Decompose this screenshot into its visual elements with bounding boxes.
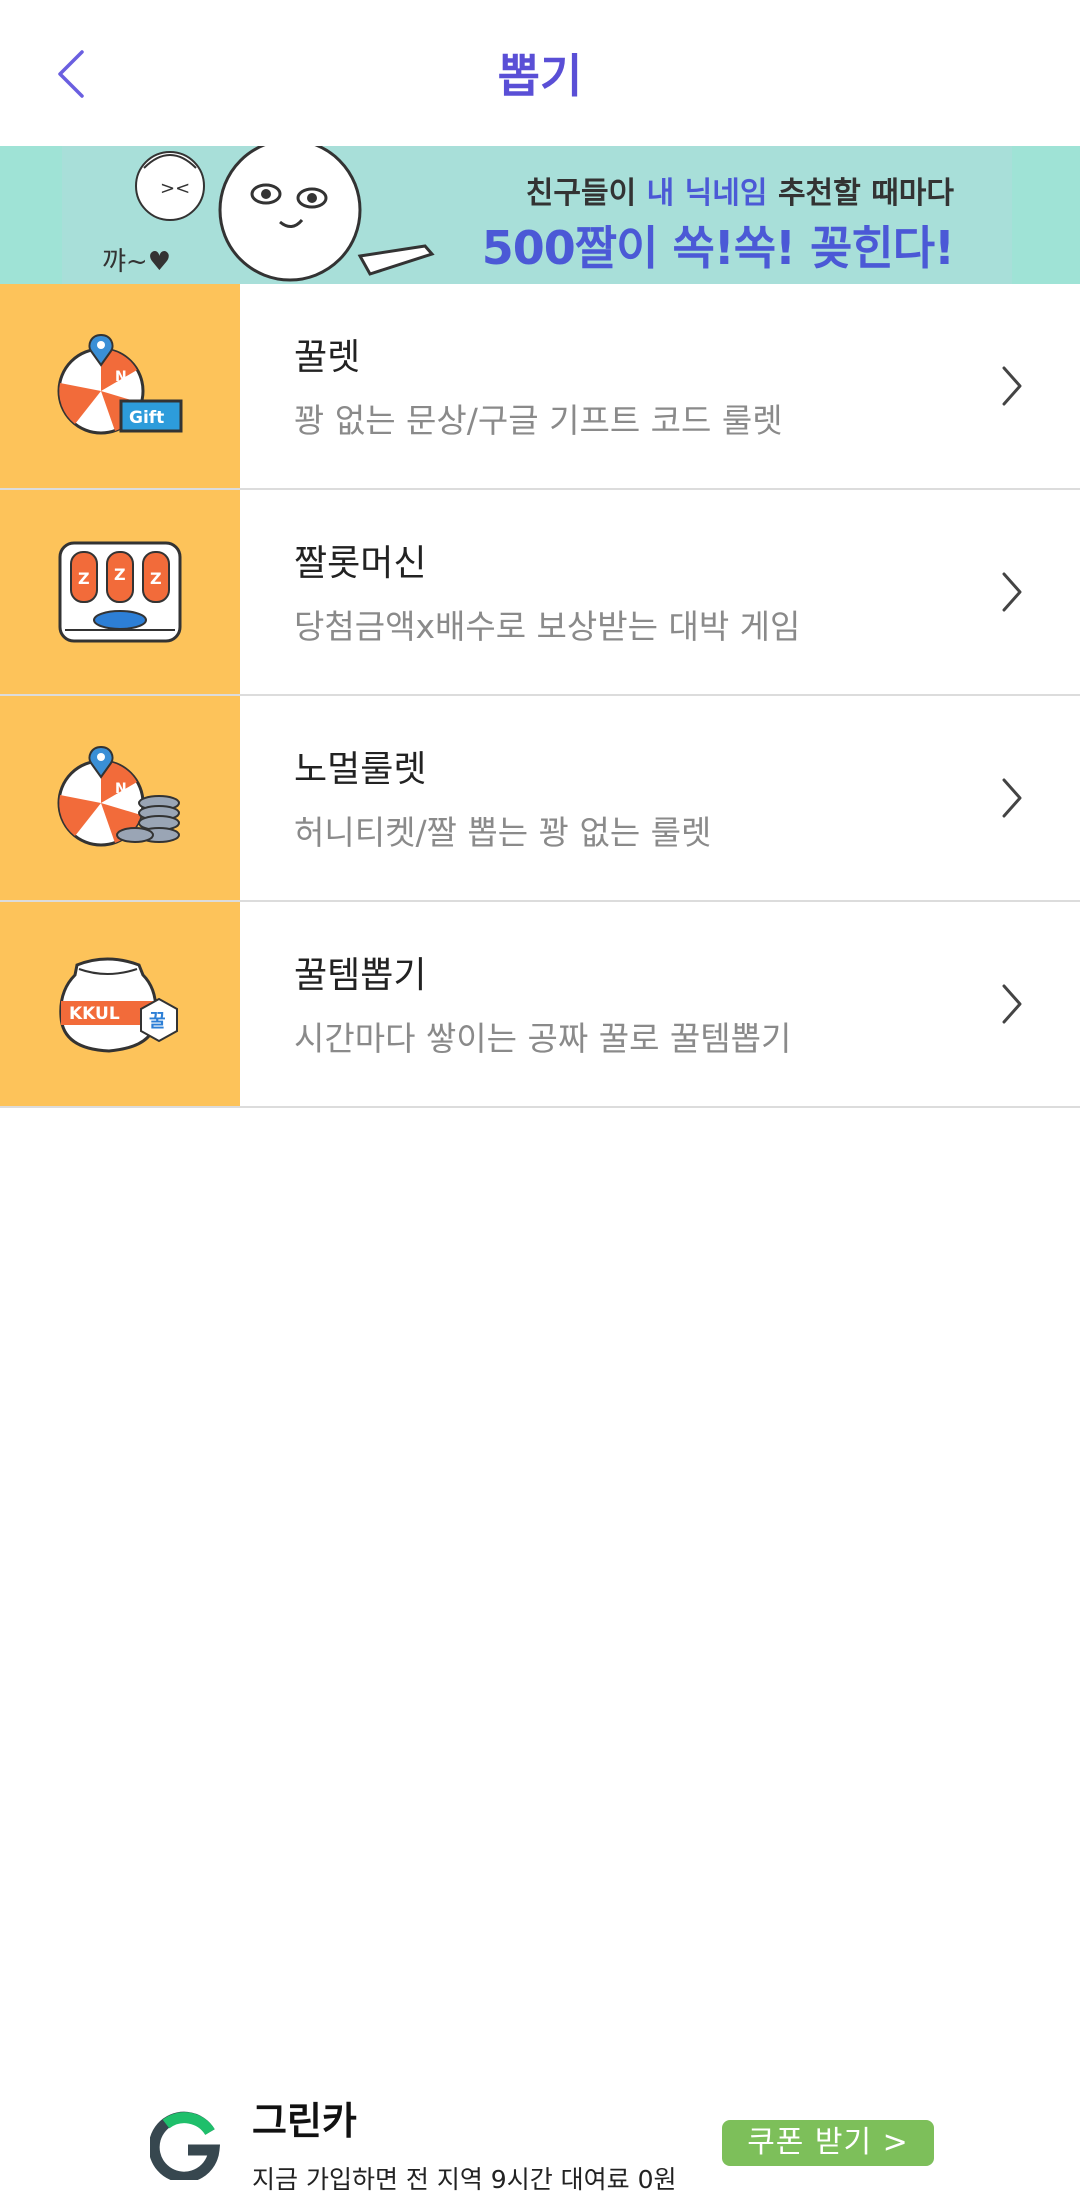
roulette-letter: N xyxy=(81,369,93,385)
app-header: 뽑기 xyxy=(0,0,1080,146)
menu-item-label: 노멀룰렛 xyxy=(294,749,427,790)
svg-text:><: >< xyxy=(160,178,190,199)
roulette-letter: N xyxy=(81,781,93,797)
roulette-letter: N xyxy=(115,369,127,385)
menu-item-description: 허니티켓/짤 뽑는 꽝 없는 룰렛 xyxy=(294,813,712,852)
menu-item-description: 당첨금액x배수로 보상받는 대박 게임 xyxy=(294,607,801,646)
menu-item-description: 시간마다 쌓이는 공짜 꿀로 꿀템뽑기 xyxy=(294,1019,792,1058)
menu-item-honey-item-draw[interactable]: KKUL 꿀 꿀템뽑기 시간마다 쌓이는 공짜 꿀로 꿀템뽑기 xyxy=(0,902,1080,1108)
chevron-right-icon xyxy=(1002,984,1022,1024)
chevron-right-icon xyxy=(1002,778,1022,818)
menu-item-label: 짤롯머신 xyxy=(294,543,427,584)
banner-text-b: 추천할 때마다 xyxy=(767,176,954,211)
greencar-logo-icon xyxy=(150,2111,220,2180)
game-menu-list: N N Z Gift 꿀렛 꽝 없는 문상/구글 기프트 코드 룰렛 Z Z Z xyxy=(0,284,1080,1108)
roulette-letter: Z xyxy=(95,407,105,423)
slot-letter: Z xyxy=(78,569,90,588)
menu-icon-box: N N Z Gift xyxy=(0,284,240,488)
cartoon-characters-illustration: >< 꺄~♥ xyxy=(102,146,435,282)
banner-headline: 친구들이 내 닉네임 추천할 때마다 xyxy=(526,168,954,212)
menu-icon-box: Z Z Z xyxy=(0,490,240,694)
roulette-letter: N xyxy=(115,781,127,797)
banner-subheadline: 500짤이 쏙!쏙! 꽂힌다! xyxy=(481,221,955,275)
ad-title: 그린카 xyxy=(252,2099,357,2143)
gift-label: Gift xyxy=(129,408,164,428)
menu-item-kkullet[interactable]: N N Z Gift 꿀렛 꽝 없는 문상/구글 기프트 코드 룰렛 xyxy=(0,284,1080,490)
honey-jar-icon: KKUL 꿀 xyxy=(59,957,178,1053)
chevron-right-icon xyxy=(1002,366,1022,406)
banner-art-text: 꺄~♥ xyxy=(102,247,171,277)
jar-label: KKUL xyxy=(69,1004,120,1024)
honey-badge: 꿀 xyxy=(149,1011,166,1032)
menu-icon-box: KKUL 꿀 xyxy=(0,902,240,1106)
menu-item-normal-roulette[interactable]: N N 노멀룰렛 허니티켓/짤 뽑는 꽝 없는 룰렛 xyxy=(0,696,1080,902)
banner-text-highlight: 내 닉네임 xyxy=(646,176,768,211)
page-title: 뽑기 xyxy=(497,49,583,103)
chevron-right-icon xyxy=(1002,572,1022,612)
coupon-button[interactable]: 쿠폰 받기 > xyxy=(722,2120,934,2166)
menu-item-description: 꽝 없는 문상/구글 기프트 코드 룰렛 xyxy=(294,401,783,440)
menu-icon-box: N N xyxy=(0,696,240,900)
ad-description: 지금 가입하면 전 지역 9시간 대여료 0원 xyxy=(252,2165,677,2194)
banner-text-a: 친구들이 xyxy=(525,176,647,211)
menu-item-label: 꿀템뽑기 xyxy=(294,955,427,996)
referral-banner[interactable]: >< 꺄~♥ 친구들이 내 닉네임 추천할 때마다 500짤이 쏙!쏙! 꽂힌다… xyxy=(0,146,1080,284)
menu-item-label: 꿀렛 xyxy=(294,337,361,378)
roulette-gift-icon: N N Z Gift xyxy=(57,333,183,435)
slot-letter: Z xyxy=(114,565,126,584)
roulette-coins-icon: N N xyxy=(57,745,180,847)
ad-banner[interactable]: 그린카 지금 가입하면 전 지역 9시간 대여료 0원 쿠폰 받기 > xyxy=(0,2060,1080,2210)
menu-item-slot-machine[interactable]: Z Z Z 짤롯머신 당첨금액x배수로 보상받는 대박 게임 xyxy=(0,490,1080,696)
slot-letter: Z xyxy=(150,569,162,588)
slot-machine-icon: Z Z Z xyxy=(58,541,182,643)
